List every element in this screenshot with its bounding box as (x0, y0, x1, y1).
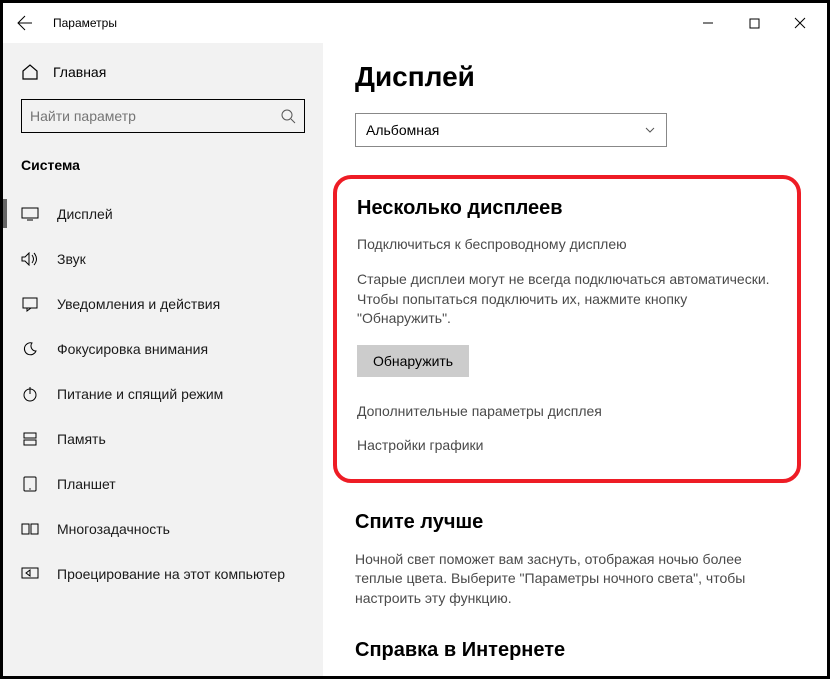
orientation-dropdown[interactable]: Альбомная (355, 113, 667, 147)
search-icon (280, 108, 296, 124)
close-button[interactable] (777, 7, 823, 39)
section-multiple-displays: Несколько дисплеев (357, 197, 777, 220)
nav-label: Многозадачность (57, 521, 170, 537)
storage-icon (21, 430, 39, 448)
nav-item-focus[interactable]: Фокусировка внимания (3, 326, 323, 371)
sleep-better-text: Ночной свет поможет вам заснуть, отображ… (355, 550, 775, 609)
maximize-icon (749, 18, 760, 29)
nav-label: Уведомления и действия (57, 296, 220, 312)
nav-label: Планшет (57, 476, 116, 492)
multitasking-icon (21, 520, 39, 538)
projecting-icon (21, 565, 39, 583)
highlight-annotation: Несколько дисплеев Подключиться к беспро… (333, 175, 801, 483)
minimize-icon (702, 17, 714, 29)
nav-label: Фокусировка внимания (57, 341, 208, 357)
nav-label: Память (57, 431, 106, 447)
search-box[interactable] (21, 99, 305, 133)
display-icon (21, 205, 39, 223)
maximize-button[interactable] (731, 7, 777, 39)
nav-item-notifications[interactable]: Уведомления и действия (3, 281, 323, 326)
detect-hint-text: Старые дисплеи могут не всегда подключат… (357, 270, 777, 329)
focus-icon (21, 340, 39, 358)
nav-list: Дисплей Звук Уведомления и действия Фоку… (3, 191, 323, 676)
nav-item-power[interactable]: Питание и спящий режим (3, 371, 323, 416)
close-icon (794, 17, 806, 29)
power-icon (21, 385, 39, 403)
nav-label: Проецирование на этот компьютер (57, 566, 285, 582)
back-arrow-icon (17, 15, 33, 31)
section-online-help: Справка в Интернете (355, 639, 795, 662)
advanced-display-link[interactable]: Дополнительные параметры дисплея (357, 403, 777, 419)
sound-icon (21, 250, 39, 268)
nav-label: Питание и спящий режим (57, 386, 223, 402)
nav-item-sound[interactable]: Звук (3, 236, 323, 281)
nav-label: Дисплей (57, 206, 113, 222)
home-icon (21, 63, 39, 81)
home-label: Главная (53, 64, 106, 80)
section-sleep-better: Спите лучше (355, 511, 795, 534)
category-label: Система (3, 147, 323, 191)
page-title: Дисплей (355, 61, 795, 93)
nav-item-storage[interactable]: Память (3, 416, 323, 461)
back-button[interactable] (7, 5, 43, 41)
notifications-icon (21, 295, 39, 313)
content-pane: Дисплей Альбомная Несколько дисплеев Под… (323, 43, 827, 676)
nav-item-multitasking[interactable]: Многозадачность (3, 506, 323, 551)
window-title: Параметры (53, 16, 117, 30)
nav-item-projecting[interactable]: Проецирование на этот компьютер (3, 551, 323, 596)
sidebar: Главная Система Дисплей Звук (3, 43, 323, 676)
tablet-icon (21, 475, 39, 493)
titlebar: Параметры (3, 3, 827, 43)
nav-item-display[interactable]: Дисплей (3, 191, 323, 236)
orientation-value: Альбомная (366, 122, 439, 138)
wireless-display-link[interactable]: Подключиться к беспроводному дисплею (357, 236, 777, 252)
nav-label: Звук (57, 251, 86, 267)
graphics-settings-link[interactable]: Настройки графики (357, 437, 777, 453)
minimize-button[interactable] (685, 7, 731, 39)
home-link[interactable]: Главная (3, 53, 323, 91)
search-input[interactable] (30, 108, 280, 124)
nav-item-tablet[interactable]: Планшет (3, 461, 323, 506)
chevron-down-icon (644, 124, 656, 136)
detect-button[interactable]: Обнаружить (357, 345, 469, 377)
